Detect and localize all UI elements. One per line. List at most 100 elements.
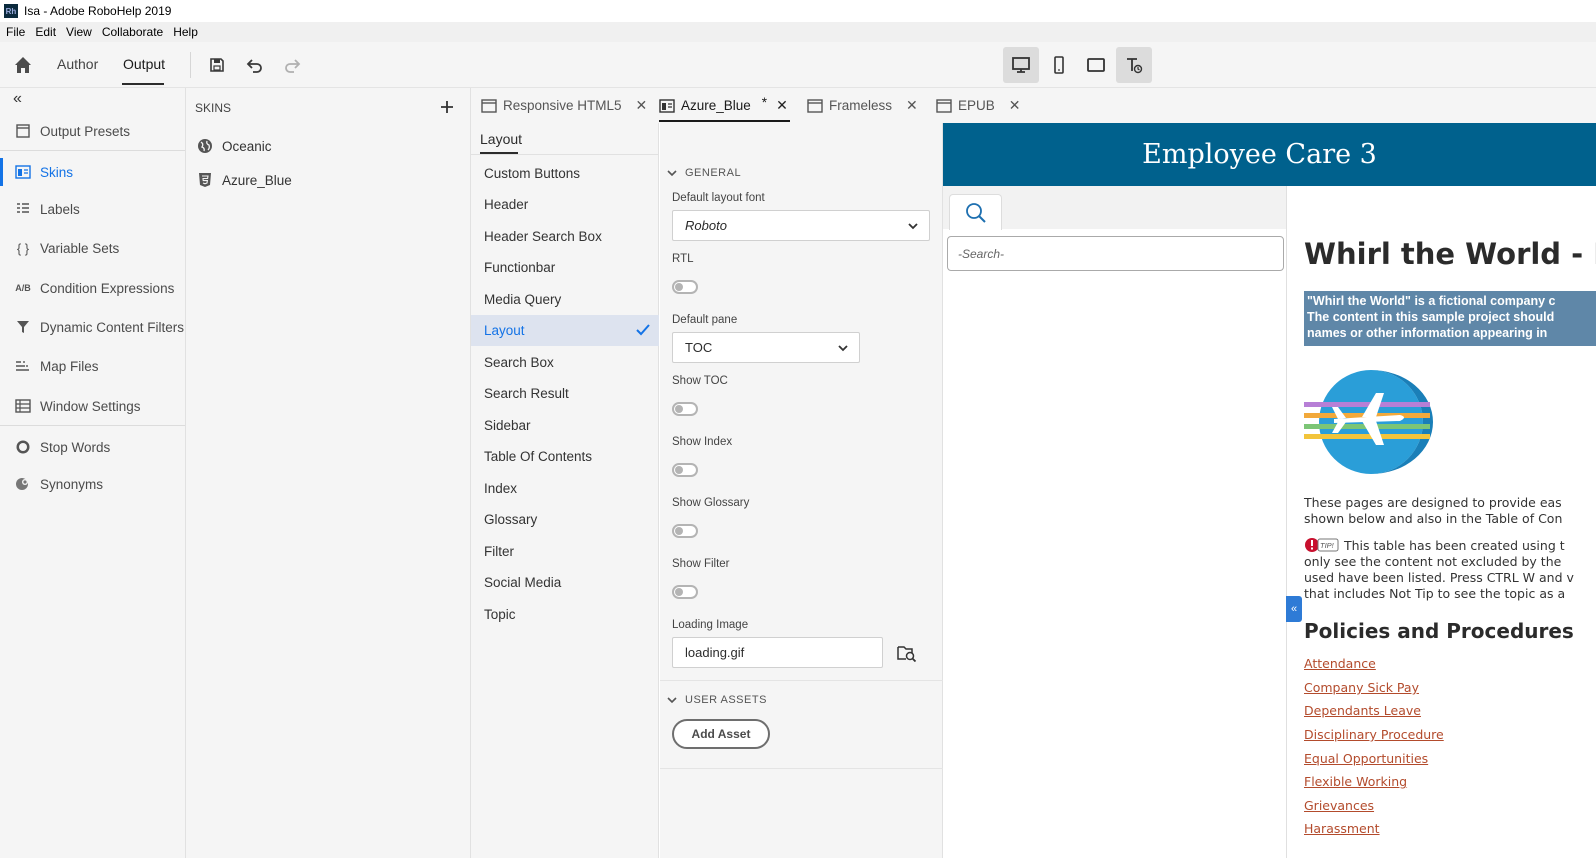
home-icon[interactable] bbox=[12, 54, 34, 76]
menu-edit[interactable]: Edit bbox=[35, 25, 56, 39]
undo-icon[interactable] bbox=[244, 54, 266, 76]
rtl-toggle[interactable] bbox=[672, 280, 698, 294]
tab-responsive-html5[interactable]: Responsive HTML5 ✕ bbox=[481, 88, 647, 123]
menu-help[interactable]: Help bbox=[173, 25, 198, 39]
component-topic[interactable]: Topic bbox=[471, 599, 659, 630]
general-section-header[interactable]: GENERAL bbox=[666, 167, 741, 179]
show-index-toggle[interactable] bbox=[672, 463, 698, 477]
chevron-down-icon bbox=[667, 697, 677, 704]
user-assets-section-header[interactable]: USER ASSETS bbox=[666, 694, 767, 706]
preview-search-input[interactable]: -Search- bbox=[947, 236, 1284, 271]
redo-icon[interactable] bbox=[281, 54, 303, 76]
component-header-search-box[interactable]: Header Search Box bbox=[471, 221, 659, 252]
desktop-preview-icon[interactable] bbox=[1003, 47, 1039, 83]
layout-components-panel: Layout Custom Buttons Header Header Sear… bbox=[471, 123, 659, 858]
nav-divider bbox=[0, 150, 185, 151]
add-asset-button[interactable]: Add Asset bbox=[672, 719, 770, 749]
html5-icon bbox=[196, 171, 214, 189]
link-harassment[interactable]: Harassment bbox=[1304, 821, 1380, 836]
sidebar-item-window-settings[interactable]: Window Settings bbox=[0, 388, 185, 424]
tab-azure-blue[interactable]: Azure_Blue * ✕ bbox=[659, 88, 788, 123]
preset-tab-icon bbox=[807, 98, 823, 113]
tab-author[interactable]: Author bbox=[57, 56, 98, 72]
tip-paragraph: TIP! This table has been created using t… bbox=[1304, 537, 1574, 602]
link-attendance[interactable]: Attendance bbox=[1304, 656, 1376, 671]
component-search-result[interactable]: Search Result bbox=[471, 378, 659, 409]
app-icon: Rh bbox=[4, 4, 18, 18]
paragraph-line: that includes Not Tip to see the topic a… bbox=[1304, 586, 1566, 601]
sidebar-item-condition-expressions[interactable]: A/B Condition Expressions bbox=[0, 270, 185, 306]
close-icon[interactable]: ✕ bbox=[776, 97, 788, 114]
browse-image-icon[interactable] bbox=[897, 644, 917, 663]
phone-preview-icon[interactable] bbox=[1041, 47, 1077, 83]
ab-icon: A/B bbox=[15, 283, 31, 293]
note-line: names or other information appearing in bbox=[1307, 326, 1548, 340]
menu-collaborate[interactable]: Collaborate bbox=[102, 25, 163, 39]
loading-image-input[interactable]: loading.gif bbox=[672, 637, 883, 668]
globe-icon bbox=[196, 137, 214, 155]
sidebar-item-output-presets[interactable]: Output Presets bbox=[0, 113, 185, 149]
show-toc-label: Show TOC bbox=[672, 375, 728, 387]
link-company-sick-pay[interactable]: Company Sick Pay bbox=[1304, 680, 1419, 695]
custom-device-icon[interactable] bbox=[1116, 47, 1152, 83]
close-icon[interactable]: ✕ bbox=[636, 97, 648, 114]
skin-item-oceanic[interactable]: Oceanic bbox=[196, 137, 272, 155]
default-pane-label: Default pane bbox=[672, 314, 738, 326]
layout-subtab[interactable]: Layout bbox=[480, 131, 522, 147]
component-sidebar[interactable]: Sidebar bbox=[471, 410, 659, 441]
link-flexible-working[interactable]: Flexible Working bbox=[1304, 774, 1407, 789]
link-grievances[interactable]: Grievances bbox=[1304, 798, 1374, 813]
show-filter-toggle[interactable] bbox=[672, 585, 698, 599]
sidebar-item-synonyms[interactable]: Synonyms bbox=[0, 466, 185, 502]
component-header[interactable]: Header bbox=[471, 189, 659, 220]
collapse-sidebar-icon[interactable]: « bbox=[13, 90, 22, 108]
close-icon[interactable]: ✕ bbox=[1009, 97, 1021, 114]
component-index[interactable]: Index bbox=[471, 473, 659, 504]
sidebar-item-skins[interactable]: Skins bbox=[0, 154, 185, 190]
tab-label: Responsive HTML5 bbox=[503, 98, 622, 113]
component-glossary[interactable]: Glossary bbox=[471, 504, 659, 535]
save-icon[interactable] bbox=[206, 54, 228, 76]
menu-view[interactable]: View bbox=[66, 25, 92, 39]
search-icon bbox=[965, 202, 986, 223]
sidebar-item-variable-sets[interactable]: { } Variable Sets bbox=[0, 230, 185, 266]
component-table-of-contents[interactable]: Table Of Contents bbox=[471, 441, 659, 472]
topic-heading: Whirl the World - En bbox=[1304, 237, 1596, 271]
component-functionbar[interactable]: Functionbar bbox=[471, 252, 659, 283]
link-equal-opportunities[interactable]: Equal Opportunities bbox=[1304, 751, 1428, 766]
tab-epub[interactable]: EPUB ✕ bbox=[936, 88, 1021, 123]
component-layout[interactable]: Layout bbox=[471, 315, 659, 346]
window-settings-icon bbox=[14, 397, 32, 415]
skin-tab-icon bbox=[659, 98, 675, 113]
tab-frameless[interactable]: Frameless ✕ bbox=[807, 88, 918, 123]
sidebar-item-stop-words[interactable]: Stop Words bbox=[0, 429, 185, 465]
link-dependants-leave[interactable]: Dependants Leave bbox=[1304, 703, 1421, 718]
sidebar-item-dynamic-content-filters[interactable]: Dynamic Content Filters bbox=[0, 309, 185, 345]
close-icon[interactable]: ✕ bbox=[906, 97, 918, 114]
component-custom-buttons[interactable]: Custom Buttons bbox=[471, 158, 659, 189]
show-glossary-toggle[interactable] bbox=[672, 524, 698, 538]
component-social-media[interactable]: Social Media bbox=[471, 567, 659, 598]
sidebar-item-map-files[interactable]: Map Files bbox=[0, 348, 185, 384]
skins-panel: SKINS Oceanic Azure_Blue bbox=[186, 88, 471, 858]
sidebar-item-label: Skins bbox=[40, 164, 74, 180]
sidebar-item-labels[interactable]: Labels bbox=[0, 191, 185, 227]
paragraph-line: only see the content not excluded by the bbox=[1304, 554, 1562, 569]
link-disciplinary-procedure[interactable]: Disciplinary Procedure bbox=[1304, 727, 1444, 742]
add-skin-icon[interactable] bbox=[439, 99, 455, 115]
section-heading: Policies and Procedures bbox=[1304, 619, 1574, 643]
component-label: Layout bbox=[484, 323, 525, 338]
default-font-select[interactable]: Roboto bbox=[672, 210, 930, 241]
tablet-preview-icon[interactable] bbox=[1078, 47, 1114, 83]
document-tabs: Responsive HTML5 ✕ Azure_Blue * ✕ Framel… bbox=[471, 88, 1596, 123]
tab-output[interactable]: Output bbox=[123, 56, 165, 72]
search-tab[interactable] bbox=[949, 194, 1002, 230]
component-filter[interactable]: Filter bbox=[471, 536, 659, 567]
menu-file[interactable]: File bbox=[6, 25, 25, 39]
component-search-box[interactable]: Search Box bbox=[471, 347, 659, 378]
component-media-query[interactable]: Media Query bbox=[471, 284, 659, 315]
show-toc-toggle[interactable] bbox=[672, 402, 698, 416]
skin-item-azure-blue[interactable]: Azure_Blue bbox=[196, 171, 292, 189]
collapse-pane-button[interactable]: « bbox=[1286, 596, 1302, 622]
default-pane-select[interactable]: TOC bbox=[672, 332, 860, 363]
